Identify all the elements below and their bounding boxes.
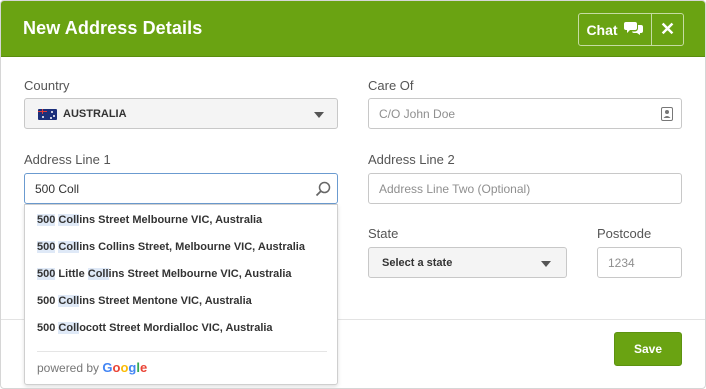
care-of-input[interactable] bbox=[369, 99, 681, 128]
country-select[interactable]: AUSTRALIA bbox=[24, 98, 338, 129]
care-of-field bbox=[368, 98, 682, 129]
country-label: Country bbox=[24, 78, 70, 93]
address-line-2-field bbox=[368, 173, 682, 204]
powered-by-google: powered by Google bbox=[37, 360, 147, 375]
powered-by-label: powered by bbox=[37, 361, 100, 375]
state-value: Select a state bbox=[382, 257, 453, 269]
suggestion-item[interactable]: 500 Collins Street Mentone VIC, Australi… bbox=[37, 295, 252, 307]
address-line-2-input[interactable] bbox=[369, 174, 681, 203]
suggestion-item[interactable]: 500 Collins Collins Street, Melbourne VI… bbox=[37, 241, 305, 253]
australia-flag-icon bbox=[38, 109, 57, 120]
postcode-label: Postcode bbox=[597, 226, 652, 241]
state-select[interactable]: Select a state bbox=[368, 247, 567, 278]
save-button[interactable]: Save bbox=[614, 332, 682, 366]
suggestion-item[interactable]: 500 Collins Street Melbourne VIC, Austra… bbox=[37, 214, 262, 226]
country-value: AUSTRALIA bbox=[63, 108, 127, 120]
chevron-down-icon bbox=[314, 112, 324, 118]
address-line-1-input[interactable] bbox=[25, 174, 337, 203]
postcode-input[interactable] bbox=[598, 248, 681, 277]
address-line-1-label: Address Line 1 bbox=[24, 152, 111, 167]
suggestion-item[interactable]: 500 Little Collins Street Melbourne VIC,… bbox=[37, 268, 292, 280]
header-actions: Chat ✕ bbox=[578, 13, 684, 46]
contact-card-icon[interactable] bbox=[661, 107, 673, 124]
address-line-1-field bbox=[24, 173, 338, 204]
modal-title: New Address Details bbox=[23, 18, 203, 38]
google-logo: Google bbox=[102, 360, 148, 375]
autocomplete-dropdown: 500 Collins Street Melbourne VIC, Austra… bbox=[24, 204, 338, 385]
search-icon[interactable] bbox=[315, 181, 331, 200]
state-label: State bbox=[368, 226, 399, 241]
chevron-down-icon bbox=[541, 261, 551, 267]
care-of-label: Care Of bbox=[368, 78, 414, 93]
close-button[interactable]: ✕ bbox=[652, 14, 683, 45]
address-modal: New Address Details Chat ✕ Country AUSTR… bbox=[0, 0, 706, 389]
chat-bubbles-icon bbox=[623, 20, 644, 39]
modal-header: New Address Details Chat ✕ bbox=[1, 1, 705, 57]
suggestion-item[interactable]: 500 Collocott Street Mordialloc VIC, Aus… bbox=[37, 322, 273, 334]
chat-label: Chat bbox=[586, 21, 618, 38]
postcode-field bbox=[597, 247, 682, 278]
close-icon: ✕ bbox=[659, 19, 676, 39]
chat-button[interactable]: Chat bbox=[579, 14, 652, 45]
address-line-2-label: Address Line 2 bbox=[368, 152, 455, 167]
dropdown-divider bbox=[37, 351, 327, 352]
